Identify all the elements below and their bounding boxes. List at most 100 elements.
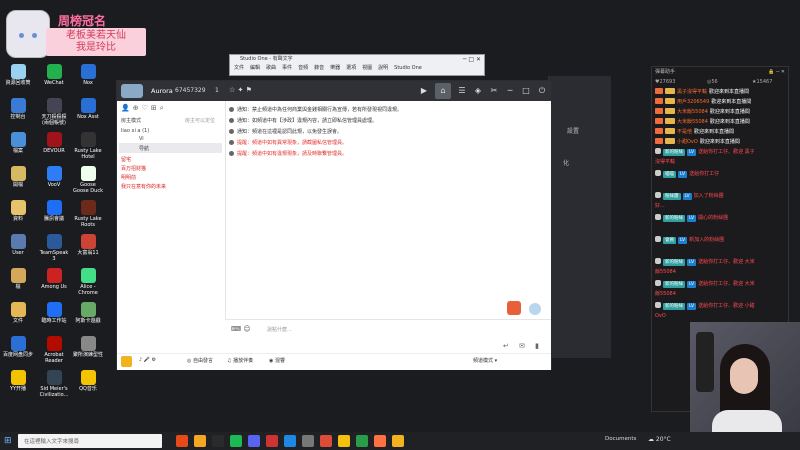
desktop-icon[interactable]: User xyxy=(2,234,34,256)
reverb-button[interactable]: ◉ 混響 xyxy=(269,357,285,364)
app2-icon[interactable] xyxy=(266,435,278,447)
tray-documents[interactable]: Documents xyxy=(605,436,636,442)
desktop-icon[interactable]: Sid Meier's Civilizatio... xyxy=(38,370,70,398)
app7-icon[interactable] xyxy=(374,435,386,447)
power-icon[interactable]: ⏻ xyxy=(537,86,547,96)
viewer-name[interactable]: 小甜OvO xyxy=(677,139,698,145)
desktop-icon-label: 聚所演練型性 xyxy=(72,352,103,358)
desktop-icon[interactable]: Goose Goose Duck xyxy=(72,166,104,194)
viewer-name[interactable]: 不是他 xyxy=(677,129,692,135)
rank-tag: LV xyxy=(687,259,697,266)
window-controls[interactable]: ─ □ ✕ xyxy=(463,56,481,63)
desktop-icon[interactable]: 控制台 xyxy=(2,98,34,120)
input-tools[interactable]: ⌨ ☺ xyxy=(231,325,251,333)
minimize-icon[interactable]: ─ xyxy=(505,86,515,96)
desktop-icon[interactable]: 開檔 xyxy=(2,166,34,188)
menu-item[interactable]: 事件 xyxy=(282,65,292,71)
status-circle-icon[interactable] xyxy=(529,303,541,315)
chrome-icon[interactable] xyxy=(176,435,188,447)
desktop-icon[interactable]: WeChat xyxy=(38,64,70,86)
desktop-icon[interactable]: VooV xyxy=(38,166,70,188)
play-music-button[interactable]: ♫ 播放伴奏 xyxy=(227,357,253,364)
live-controls[interactable]: 🔒 ─ ✕ xyxy=(768,67,785,77)
send-tools[interactable]: ↵ ✉ ▮ xyxy=(503,342,543,350)
pin-icon[interactable]: ✂ xyxy=(489,86,499,96)
message-input[interactable]: 說點什麼... xyxy=(267,326,292,333)
desktop-icon[interactable]: DEVOUR xyxy=(38,132,70,154)
discord-icon[interactable] xyxy=(248,435,260,447)
desktop-icon[interactable]: Acrobat Reader xyxy=(38,336,70,364)
desktop-icon[interactable]: Among Us xyxy=(38,268,70,290)
viewer-name[interactable]: 用戶3206549 xyxy=(677,99,709,105)
menu-item[interactable]: 音頻 xyxy=(298,65,308,71)
menu-item[interactable]: 說明 xyxy=(378,65,388,71)
sidebar-user2[interactable]: Vi xyxy=(139,136,144,142)
sidebar-user3[interactable]: 导航 xyxy=(139,145,149,152)
windows-start-icon[interactable]: ⊞ xyxy=(4,436,12,446)
desktop-icon[interactable]: 檔 xyxy=(2,268,34,290)
studio-one-window[interactable]: Studio One - 有聲文字 文件 編輯 歌曲 事件 音頻 錄音 樂器 選項 視圖 說明 St… xyxy=(229,54,485,76)
desktop-icon[interactable]: 臨時工作站 xyxy=(38,302,70,324)
screen-share-icon[interactable]: ▶ xyxy=(419,86,429,96)
game-icon[interactable]: ◈ xyxy=(473,86,483,96)
menu-item[interactable]: 編輯 xyxy=(250,65,260,71)
channel-4[interactable]: 我只在意有你的未来 xyxy=(121,183,166,190)
app-icon[interactable] xyxy=(212,435,224,447)
desktop-icon[interactable]: Rusty Lake Hotel xyxy=(72,132,104,160)
desktop-icon[interactable]: QQ音乐 xyxy=(72,370,104,392)
desktop-icon[interactable]: Nox xyxy=(72,64,104,86)
desktop-icon[interactable]: 大富翁11 xyxy=(72,234,104,256)
desktop-icon[interactable]: 檔案 xyxy=(2,132,34,154)
desktop-icon[interactable]: 聚所演練型性 xyxy=(72,336,104,358)
channel-3[interactable]: 明明前 xyxy=(121,174,136,181)
desktop-icon[interactable]: 資源回收筒 xyxy=(2,64,34,86)
folder-icon[interactable] xyxy=(194,435,206,447)
menu-item[interactable]: 樂器 xyxy=(330,65,340,71)
desktop-icon[interactable]: Nox Asst xyxy=(72,98,104,120)
queue-icon[interactable] xyxy=(121,356,132,367)
desktop-icon[interactable]: 騰訊會議 xyxy=(38,200,70,222)
menu-item[interactable]: 歌曲 xyxy=(266,65,276,71)
free-speak-button[interactable]: ◎ 自由發言 xyxy=(187,357,213,364)
app4-icon[interactable] xyxy=(320,435,332,447)
desktop-icon[interactable]: 資料 xyxy=(2,200,34,222)
menu-item[interactable]: Studio One xyxy=(394,65,422,71)
app5-icon[interactable] xyxy=(338,435,350,447)
channel-2[interactable]: 百万招财猫 xyxy=(121,165,146,172)
channel-mode-button[interactable]: 頻道模式 ▾ xyxy=(473,357,497,364)
maximize-icon[interactable]: □ xyxy=(521,86,531,96)
list-icon[interactable]: ☰ xyxy=(457,86,467,96)
system-message: 提醒：頻道中如有異常現象，請截圖私信管理員。 xyxy=(229,138,543,149)
channel-tools[interactable]: ☆ ✦ ⚑ xyxy=(229,86,252,94)
mic-controls[interactable]: ♪ 🎤 ⚙ xyxy=(139,357,156,363)
background-window[interactable]: 設置 化 xyxy=(548,76,611,358)
viewer-name[interactable]: 黑子沒得平輸 xyxy=(677,89,707,95)
desktop-icon[interactable]: YY开播 xyxy=(2,370,34,392)
sidebar-tool-icons[interactable]: 👤⊕♡⊞⌕ xyxy=(121,104,167,113)
desktop-icon[interactable]: 百度网盘同步 xyxy=(2,336,34,358)
desktop-icon[interactable]: Rusty Lake Roots xyxy=(72,200,104,228)
viewer-name[interactable]: 大米飯55084 xyxy=(677,119,708,125)
sidebar-user1[interactable]: liao xi a (1) xyxy=(121,128,149,134)
message-text: 提醒：頻道中如有違規現象，請及時聯繫管理員。 xyxy=(237,151,348,157)
vscode-icon[interactable] xyxy=(284,435,296,447)
channel-1[interactable]: 留宅 xyxy=(121,156,131,163)
app6-icon[interactable] xyxy=(356,435,368,447)
desktop-icon[interactable]: Alice - Chrome xyxy=(72,268,104,296)
menu-item[interactable]: 文件 xyxy=(234,65,244,71)
home-icon[interactable]: ⌂ xyxy=(435,83,451,99)
viewer-name[interactable]: 大米飯55084 xyxy=(677,109,708,115)
desktop-icon[interactable]: 阿斯卡遊戲 xyxy=(72,302,104,324)
game-card-icon[interactable] xyxy=(507,301,521,315)
desktop-icon[interactable]: TeamSpeak 3 xyxy=(38,234,70,262)
menu-item[interactable]: 選項 xyxy=(346,65,356,71)
menu-item[interactable]: 錄音 xyxy=(314,65,324,71)
menu-item[interactable]: 視圖 xyxy=(362,65,372,71)
spotify-icon[interactable] xyxy=(230,435,242,447)
app3-icon[interactable] xyxy=(302,435,314,447)
sidebar-mode[interactable]: 房主模式 xyxy=(121,117,141,124)
desktop-icon[interactable]: 文件 xyxy=(2,302,34,324)
desktop-icon[interactable]: 天刀殺殺殺 (兩個帳號) xyxy=(38,98,70,126)
taskbar-search[interactable]: 在這裡輸入文字來搜尋 xyxy=(18,434,162,448)
app8-icon[interactable] xyxy=(392,435,404,447)
